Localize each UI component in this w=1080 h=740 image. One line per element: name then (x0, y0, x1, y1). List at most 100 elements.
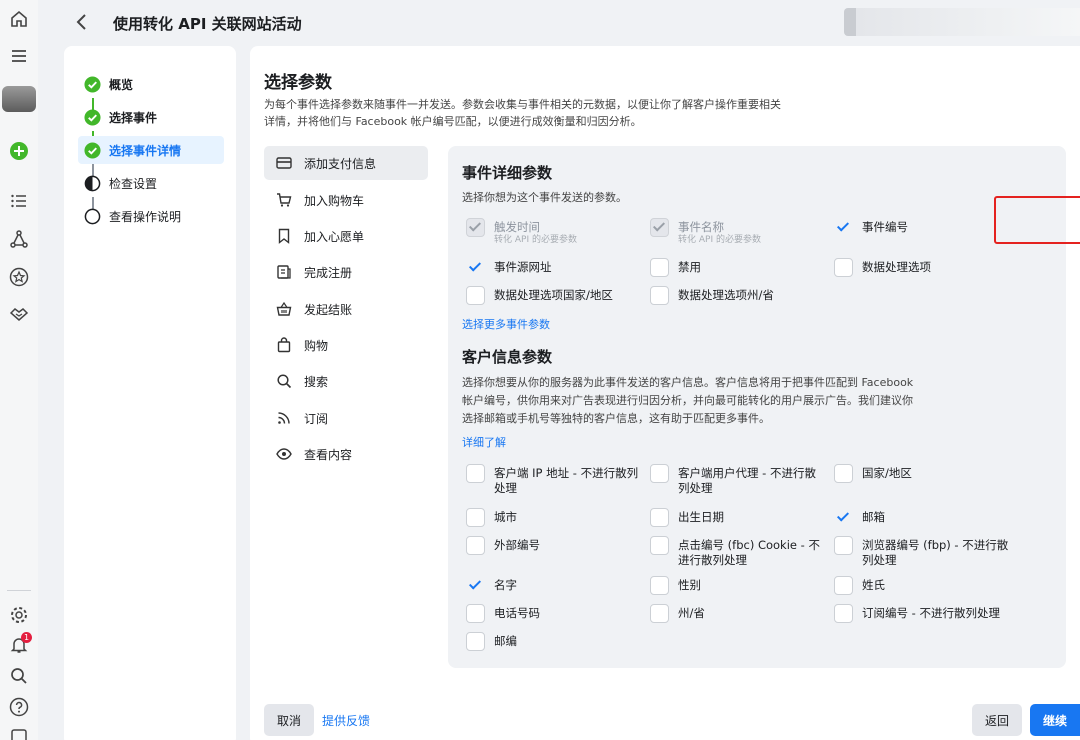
step-event-details[interactable]: 选择事件详情 (78, 136, 224, 164)
checkbox-user-agent[interactable]: 客户端用户代理 - 不进行散列处理 (650, 464, 826, 496)
customer-params-hint-line: 选择邮箱或手机号等独特的客户信息，这有助于匹配更多事件。 (462, 412, 770, 425)
handshake-icon[interactable] (8, 303, 30, 325)
step-select-events[interactable]: 选择事件 (78, 103, 224, 131)
basket-icon (276, 301, 292, 316)
checkbox-subscription-id[interactable]: 订阅编号 - 不进行散列处理 (834, 604, 1000, 623)
checkbox-state[interactable]: 州/省 (650, 604, 705, 623)
checkbox-client-ip[interactable]: 客户端 IP 地址 - 不进行散列处理 (466, 464, 644, 496)
account-selector[interactable] (844, 8, 1080, 36)
step-label: 检查设置 (109, 176, 158, 191)
checkbox-fbp[interactable]: 浏览器编号 (fbp) - 不进行散列处理 (834, 536, 1014, 568)
registration-icon (277, 265, 291, 279)
checkbox-event-source-url[interactable]: 事件源网址 (466, 258, 552, 277)
checkbox-box (834, 464, 853, 483)
report-icon[interactable] (8, 726, 30, 740)
main-card: 选择参数 为每个事件选择参数来随事件一并发送。参数会收集与事件相关的元数据，以便… (250, 46, 1080, 740)
cancel-button[interactable]: 取消 (264, 704, 314, 736)
notification-badge: 1 (21, 632, 32, 643)
checkbox-fbc[interactable]: 点击编号 (fbc) Cookie - 不进行散列处理 (650, 536, 826, 568)
learn-more-link[interactable]: 详细了解 (462, 434, 506, 450)
step-view-instructions[interactable]: 查看操作说明 (78, 202, 224, 230)
checkbox-data-processing-options[interactable]: 数据处理选项 (834, 258, 931, 277)
checkbox-email[interactable]: 邮箱 (834, 508, 885, 527)
event-item-view-content[interactable]: 查看内容 (264, 437, 428, 471)
event-label: 搜索 (304, 374, 329, 389)
checkbox-dpo-country[interactable]: 数据处理选项国家/地区 (466, 286, 613, 305)
nav-rail: 1 (0, 0, 38, 740)
step-overview[interactable]: 概览 (78, 70, 224, 98)
checkbox-last-name[interactable]: 姓氏 (834, 576, 885, 595)
gear-icon[interactable] (8, 604, 30, 626)
event-item-subscribe[interactable]: 订阅 (264, 401, 428, 435)
checkbox-label: 出生日期 (678, 510, 724, 524)
checkbox-sublabel: 转化 API 的必要参数 (494, 235, 577, 245)
event-label: 添加支付信息 (304, 156, 377, 171)
network-icon[interactable] (8, 228, 30, 250)
list-icon[interactable] (8, 190, 30, 212)
highlight-box (994, 196, 1080, 244)
checkbox-first-name[interactable]: 名字 (466, 576, 517, 595)
rss-icon (278, 412, 290, 424)
search-icon (277, 374, 292, 389)
event-label: 加入购物车 (304, 193, 365, 208)
setup-stepper: 概览 选择事件 选择事件详情 检查设置 查看操作说明 (64, 46, 236, 740)
checkbox-box (650, 218, 669, 237)
menu-icon[interactable] (8, 45, 30, 67)
check-circle-icon (84, 141, 101, 159)
event-label: 订阅 (304, 411, 329, 426)
checkbox-label: 性别 (678, 578, 701, 592)
step-review-setup[interactable]: 检查设置 (78, 169, 224, 197)
checkbox-city[interactable]: 城市 (466, 508, 517, 527)
continue-button[interactable]: 继续 (1030, 704, 1080, 736)
section-title: 选择参数 (264, 73, 332, 93)
back-chevron-icon[interactable] (72, 12, 92, 32)
checkbox-external-id[interactable]: 外部编号 (466, 536, 540, 555)
event-item-add-to-cart[interactable]: 加入购物车 (264, 183, 428, 217)
more-event-params-link[interactable]: 选择更多事件参数 (462, 316, 550, 332)
checkbox-date-of-birth[interactable]: 出生日期 (650, 508, 724, 527)
checkbox-event-id[interactable]: 事件编号 (834, 218, 908, 237)
checkbox-label: 邮箱 (862, 510, 885, 524)
checkbox-gender[interactable]: 性别 (650, 576, 701, 595)
checkbox-trigger-time[interactable]: 触发时间 转化 API 的必要参数 (466, 218, 577, 246)
checkbox-dpo-state[interactable]: 数据处理选项州/省 (650, 286, 774, 305)
customer-params-hint-line: 选择你想要从你的服务器为此事件发送的客户信息。客户信息将用于把事件匹配到 Fac… (462, 376, 914, 389)
checkbox-opt-out[interactable]: 禁用 (650, 258, 701, 277)
add-icon[interactable] (8, 140, 30, 162)
search-icon[interactable] (8, 665, 30, 687)
checkbox-label: 禁用 (678, 260, 701, 274)
eye-icon (276, 448, 292, 460)
checkbox-zip[interactable]: 邮编 (466, 632, 517, 651)
checkbox-box (466, 632, 485, 651)
event-label: 加入心愿单 (304, 229, 365, 244)
checkbox-phone[interactable]: 电话号码 (466, 604, 540, 623)
home-icon[interactable] (8, 8, 30, 30)
event-item-purchase[interactable]: 购物 (264, 328, 428, 362)
checkbox-label: 国家/地区 (862, 466, 912, 480)
bell-icon[interactable]: 1 (8, 632, 32, 656)
customer-params-hint-line: 帐户编号，供你用来对广告表现进行归因分析，并向最可能转化的用户展示广告。我们建议… (462, 394, 913, 407)
event-item-add-payment-info[interactable]: 添加支付信息 (264, 146, 428, 180)
checkbox-label: 州/省 (678, 606, 705, 620)
checkbox-box (650, 258, 669, 277)
checkbox-box (834, 536, 853, 555)
help-icon[interactable] (8, 696, 30, 718)
checkbox-country[interactable]: 国家/地区 (834, 464, 912, 483)
checkbox-box (834, 604, 853, 623)
event-item-search[interactable]: 搜索 (264, 364, 428, 398)
event-params-heading: 事件详细参数 (462, 164, 553, 182)
checkbox-label: 客户端用户代理 - 不进行散列处理 (678, 466, 816, 495)
checkbox-box (466, 508, 485, 527)
event-label: 购物 (304, 338, 329, 353)
feedback-link[interactable]: 提供反馈 (322, 712, 370, 729)
checkbox-event-name[interactable]: 事件名称 转化 API 的必要参数 (650, 218, 761, 246)
empty-circle-icon (84, 208, 101, 225)
check-circle-icon (84, 108, 101, 126)
event-item-complete-registration[interactable]: 完成注册 (264, 255, 428, 289)
back-button[interactable]: 返回 (972, 704, 1022, 736)
checkbox-label: 数据处理选项 (862, 260, 931, 274)
account-avatar[interactable] (2, 86, 36, 112)
event-item-add-to-wishlist[interactable]: 加入心愿单 (264, 219, 428, 253)
event-item-initiate-checkout[interactable]: 发起结账 (264, 292, 428, 326)
star-icon[interactable] (8, 266, 30, 288)
